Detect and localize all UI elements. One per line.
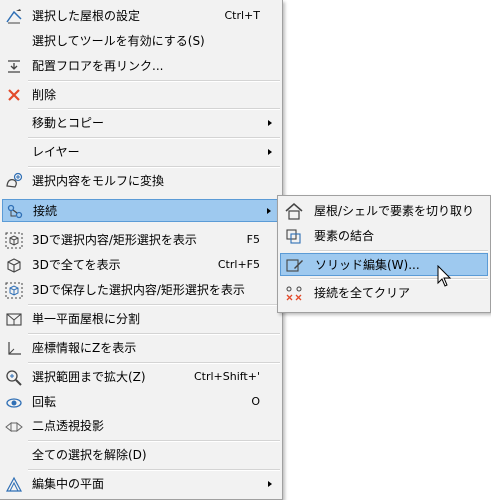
menu-item-layer[interactable]: レイヤー [2, 141, 280, 164]
menu-item-shortcut: O [251, 395, 260, 408]
connect-icon [5, 202, 25, 221]
show-3d-selection-icon [4, 231, 24, 250]
menu-item-editing-plane[interactable]: 編集中の平面 [2, 473, 280, 496]
menu-item-label: 選択範囲まで拡大(Z) [32, 370, 146, 384]
menu-item-zoom-selection[interactable]: 選択範囲まで拡大(Z) Ctrl+Shift+' [2, 366, 280, 389]
menu-item-show-3d-saved-selection[interactable]: 3Dで保存した選択内容/矩形選択を表示 [2, 279, 280, 302]
submenu-arrow-icon [267, 208, 271, 214]
solid-edit-icon [285, 256, 305, 275]
submenu-item-solid-edit[interactable]: ソリッド編集(W)... [280, 253, 488, 276]
menu-item-shortcut: Ctrl+Shift+' [193, 370, 260, 383]
menu-item-label: 移動とコピー [32, 116, 105, 130]
editing-plane-icon [4, 475, 24, 494]
menu-item-orbit[interactable]: 回転 O [2, 391, 280, 414]
menu-separator [310, 250, 488, 252]
menu-item-move-copy[interactable]: 移動とコピー [2, 112, 280, 135]
mouse-cursor-icon [437, 264, 453, 289]
menu-item-show-3d-all[interactable]: 3Dで全てを表示 Ctrl+F5 [2, 254, 280, 277]
two-point-perspective-icon [4, 417, 24, 436]
menu-item-split-roof[interactable]: 単一平面屋根に分割 [2, 308, 280, 331]
submenu-item-clear-connections[interactable]: 接続を全てクリア [280, 282, 488, 305]
menu-item-label: 3Dで全てを表示 [32, 258, 121, 272]
orbit-icon [4, 393, 24, 412]
submenu-item-merge-elements[interactable]: 要素の結合 [280, 225, 488, 248]
menu-item-coordinate-z[interactable]: 座標情報にZを表示 [2, 337, 280, 360]
menu-item-label: 3Dで選択内容/矩形選択を表示 [32, 233, 197, 247]
menu-item-shortcut: Ctrl+T [224, 9, 260, 22]
menu-separator [310, 278, 488, 280]
submenu-item-trim-with-roof[interactable]: 屋根/シェルで要素を切り取り [280, 200, 488, 223]
menu-item-convert-to-morph[interactable]: 選択内容をモルフに変換 [2, 170, 280, 193]
show-3d-all-icon [4, 256, 24, 275]
menu-item-connect[interactable]: 接続 [2, 199, 280, 222]
menu-item-label: 選択してツールを有効にする(S) [32, 34, 205, 48]
submenu-arrow-icon [268, 149, 272, 155]
menu-item-select-activate-tool[interactable]: 選択してツールを有効にする(S) [2, 30, 280, 53]
menu-item-label: 選択した屋根の設定 [32, 9, 141, 23]
submenu-item-label: 接続を全てクリア [314, 286, 411, 300]
submenu-arrow-icon [268, 481, 272, 487]
menu-item-label: 選択内容をモルフに変換 [32, 174, 165, 188]
menu-item-delete[interactable]: 削除 [2, 84, 280, 107]
menu-separator [28, 108, 280, 110]
show-3d-saved-selection-icon [4, 281, 24, 300]
roof-settings-icon [4, 7, 24, 26]
menu-item-shortcut: F5 [246, 233, 260, 246]
menu-item-roof-settings[interactable]: 選択した屋根の設定 Ctrl+T [2, 5, 280, 28]
connect-submenu: 屋根/シェルで要素を切り取り 要素の結合 ソリッド編集(W)... 接続を全てク… [277, 195, 491, 313]
menu-separator [28, 137, 280, 139]
menu-item-label: 編集中の平面 [32, 477, 105, 491]
coordinate-z-icon [4, 339, 24, 358]
merge-elements-icon [284, 227, 304, 246]
menu-separator [28, 440, 280, 442]
menu-item-label: 接続 [33, 204, 58, 218]
menu-item-label: レイヤー [32, 145, 80, 159]
menu-item-label: 削除 [32, 88, 57, 102]
submenu-arrow-icon [268, 120, 272, 126]
menu-item-label: 3Dで保存した選択内容/矩形選択を表示 [32, 283, 245, 297]
menu-item-label: 回転 [32, 395, 57, 409]
trim-roof-icon [284, 202, 304, 221]
menu-item-relink-floor[interactable]: 配置フロアを再リンク... [2, 55, 280, 78]
menu-separator [28, 469, 280, 471]
morph-convert-icon [4, 172, 24, 191]
submenu-item-label: 要素の結合 [314, 229, 375, 243]
relink-floor-icon [4, 57, 24, 76]
submenu-item-label: 屋根/シェルで要素を切り取り [314, 204, 475, 218]
menu-separator [28, 333, 280, 335]
context-menu: 選択した屋根の設定 Ctrl+T 選択してツールを有効にする(S) 配置フロアを… [0, 0, 283, 500]
menu-item-show-3d-selection[interactable]: 3Dで選択内容/矩形選択を表示 F5 [2, 229, 280, 252]
menu-item-label: 二点透視投影 [32, 419, 105, 433]
menu-separator [28, 80, 280, 82]
menu-item-deselect-all[interactable]: 全ての選択を解除(D) [2, 444, 280, 467]
menu-separator [28, 362, 280, 364]
menu-item-label: 単一平面屋根に分割 [32, 312, 141, 326]
menu-item-label: 座標情報にZを表示 [32, 341, 137, 355]
zoom-selection-icon [4, 368, 24, 387]
menu-separator [28, 166, 280, 168]
screen: 選択した屋根の設定 Ctrl+T 選択してツールを有効にする(S) 配置フロアを… [0, 0, 491, 500]
clear-connections-icon [284, 284, 304, 303]
menu-separator [28, 304, 280, 306]
submenu-item-label: ソリッド編集(W)... [315, 258, 420, 272]
split-roof-icon [4, 310, 24, 329]
menu-item-shortcut: Ctrl+F5 [217, 258, 260, 271]
menu-item-label: 配置フロアを再リンク... [32, 59, 164, 73]
delete-icon [4, 86, 24, 105]
menu-item-label: 全ての選択を解除(D) [32, 448, 147, 462]
menu-item-two-point-perspective[interactable]: 二点透視投影 [2, 415, 280, 438]
